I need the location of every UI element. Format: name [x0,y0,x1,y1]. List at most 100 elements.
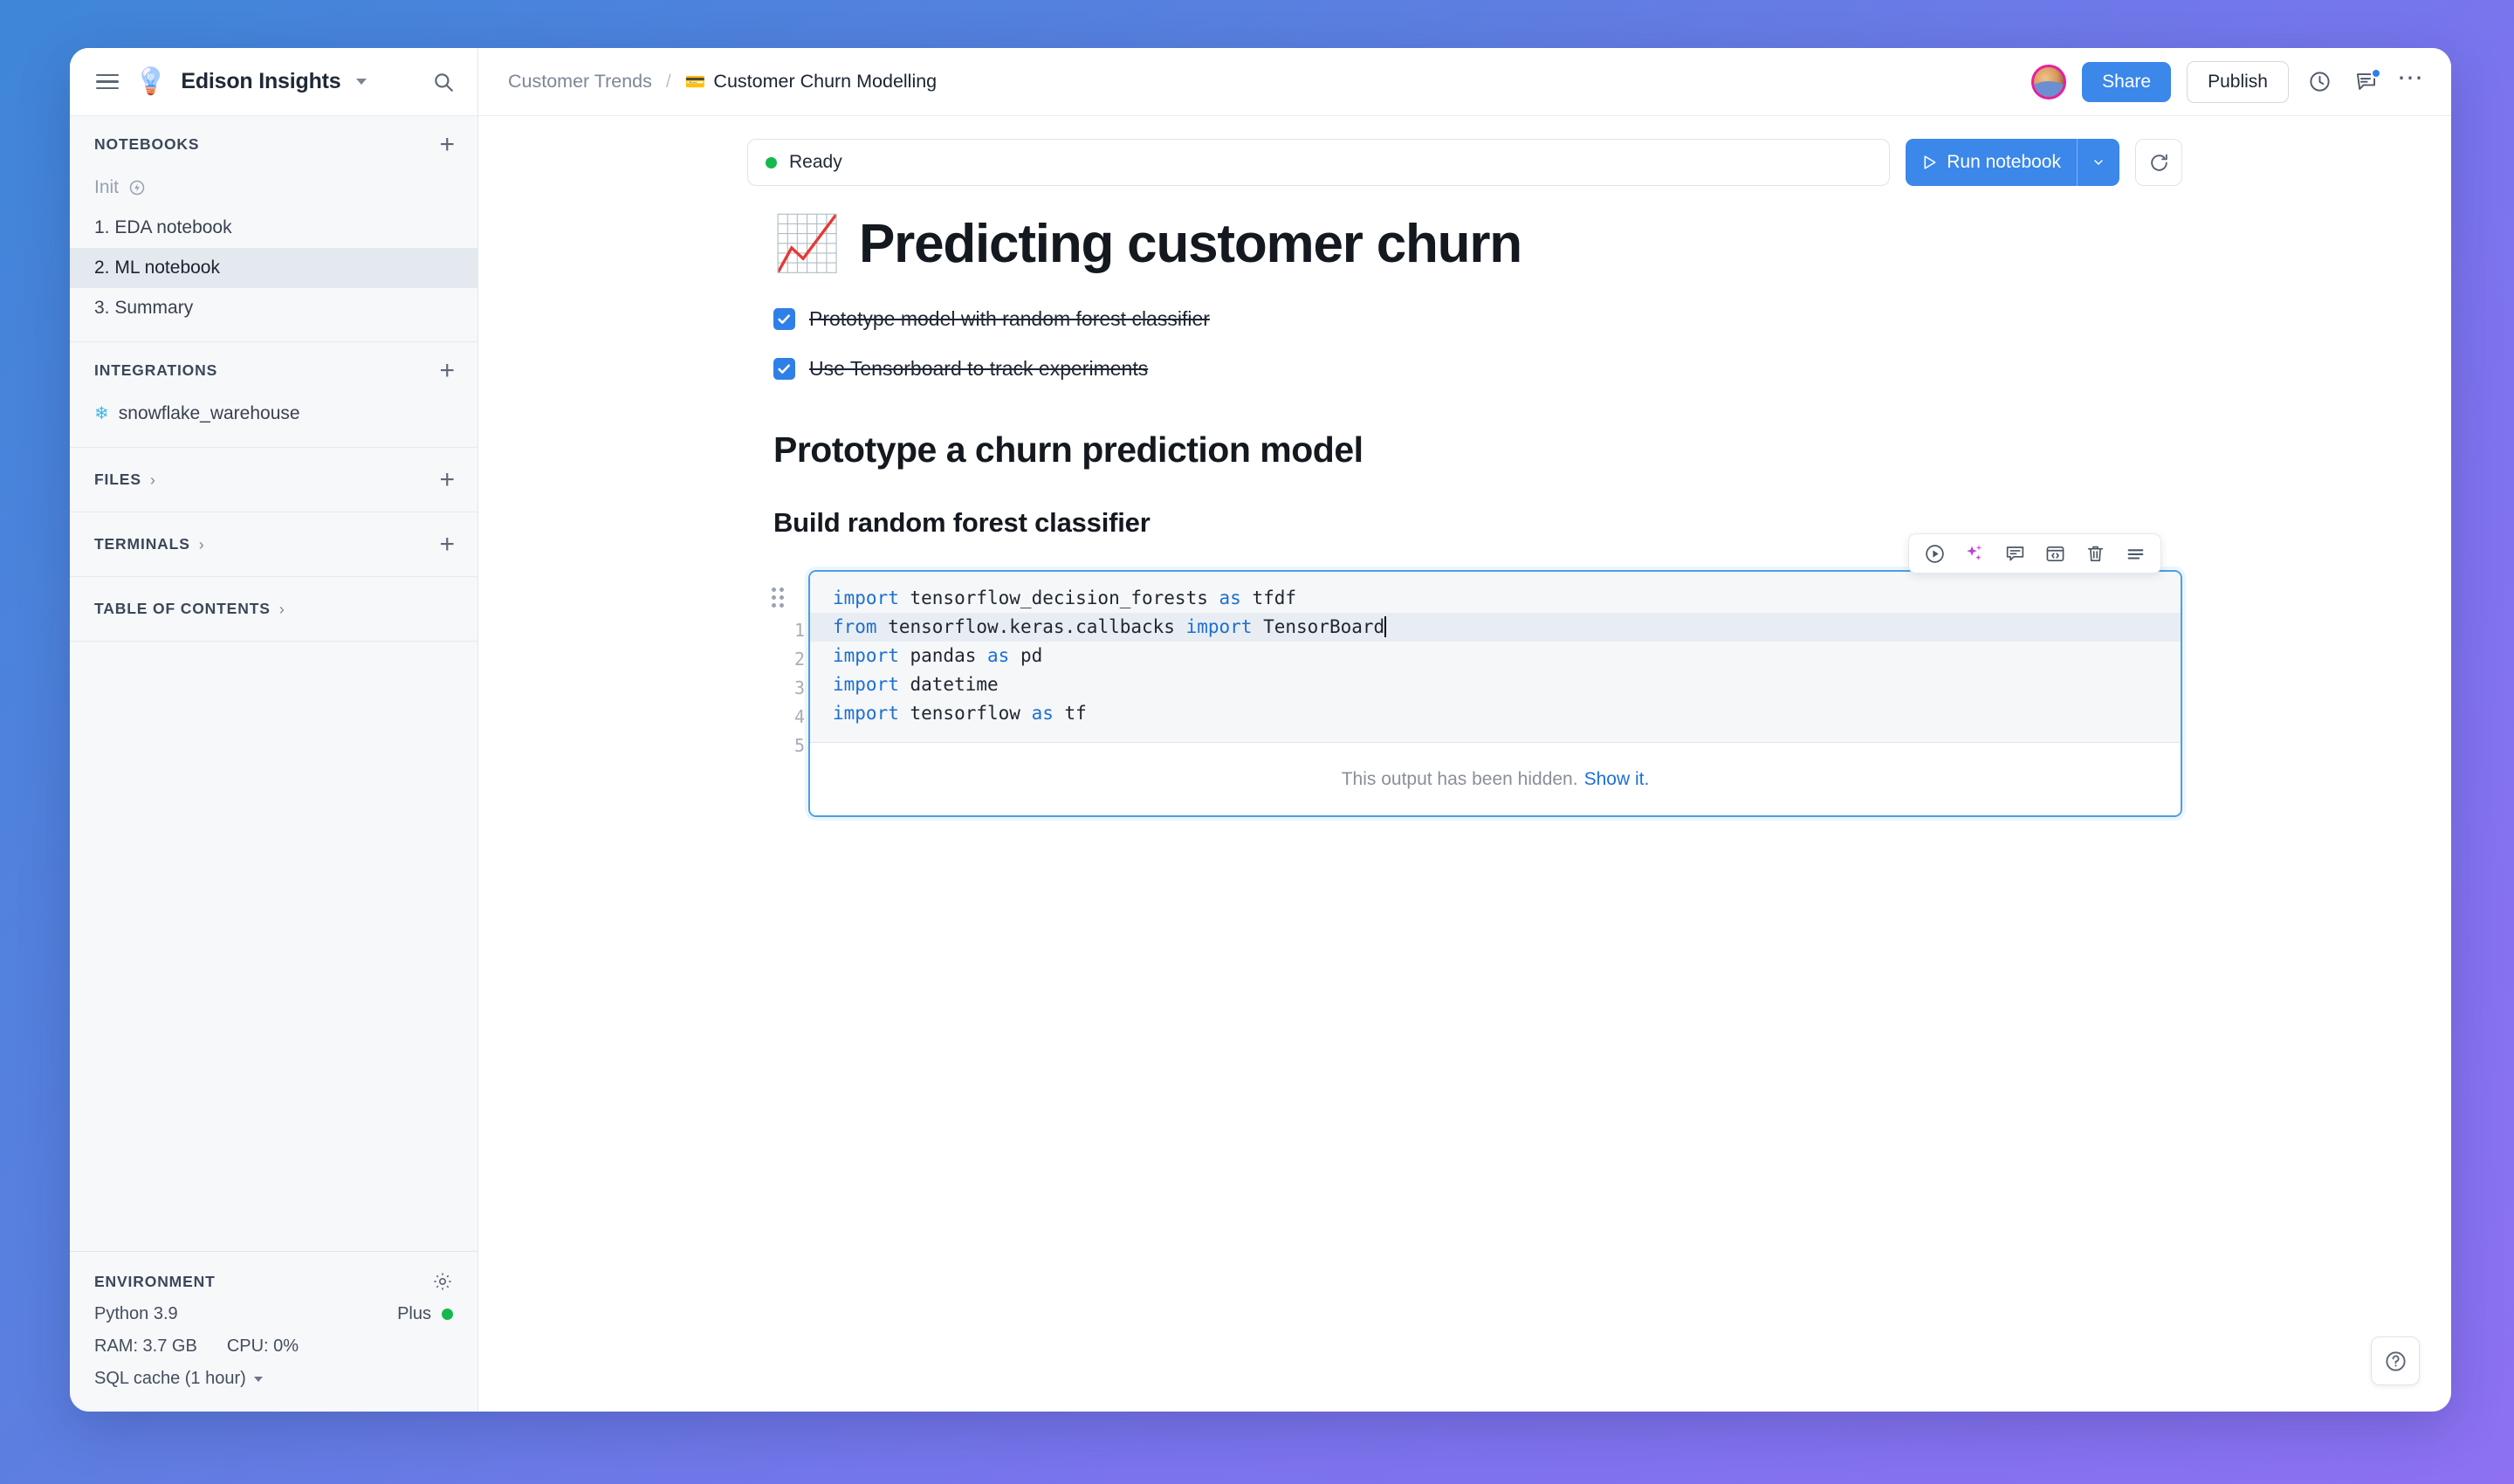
page-title: 📈 Predicting customer churn [747,212,2182,276]
sidebar-item-label: 2. ML notebook [94,258,220,278]
chevron-right-icon[interactable]: › [199,537,204,553]
snowflake-icon: ❄ [94,404,109,423]
kernel-status[interactable]: Ready [747,139,1891,186]
code-text: tfdf [1240,587,1297,608]
code-cell[interactable]: import tensorflow_decision_forests as tf… [808,570,2182,817]
chevron-down-icon[interactable] [253,1376,263,1382]
output-hidden-text: This output has been hidden. [1341,768,1578,789]
ellipsis-icon[interactable]: ⋯ [2397,65,2425,92]
environment-resources-row: RAM: 3.7 GB CPU: 0% [94,1336,453,1357]
delete-cell-button[interactable] [2077,537,2113,570]
kernel-status-label: Ready [789,152,842,172]
app-body: 💡 Edison Insights NOTEBOOKS + Init 1. ED… [70,48,2451,1412]
code-text: pd [1009,645,1043,666]
ai-assist-button[interactable] [1956,537,1993,570]
show-output-link[interactable]: Show it. [1584,769,1650,790]
chevron-right-icon[interactable]: › [150,472,155,488]
chevron-right-icon[interactable]: › [279,601,285,617]
chevron-down-icon[interactable] [356,79,367,85]
code-line[interactable]: import tensorflow as tf [810,699,2181,728]
page-title-text: Predicting customer churn [859,214,1522,274]
code-editor[interactable]: import tensorflow_decision_forests as tf… [810,572,2181,742]
breadcrumb-current[interactable]: 💳 Customer Churn Modelling [685,71,937,93]
comment-button[interactable] [1996,537,2033,570]
play-circle-icon [1925,544,1944,563]
environment-runtime-row: Python 3.9 Plus [94,1304,453,1324]
code-keyword: import [833,587,899,608]
run-notebook-label: Run notebook [1947,152,2061,172]
sidebar-section-header-integrations[interactable]: INTEGRATIONS + [70,342,477,394]
sidebar-item-summary[interactable]: 3. Summary [70,288,477,341]
sidebar-section-header-notebooks[interactable]: NOTEBOOKS + [70,116,477,168]
sidebar-section-table-of-contents: TABLE OF CONTENTS › [70,577,477,642]
share-button[interactable]: Share [2082,61,2172,102]
section-title: INTEGRATIONS [94,361,218,379]
run-options-button[interactable] [2078,155,2119,169]
sidebar-item-label: 3. Summary [94,298,194,318]
code-block-icon [2046,546,2064,561]
code-line[interactable]: import pandas as pd [810,642,2181,670]
breadcrumb-current-label: Customer Churn Modelling [713,71,938,92]
environment-title: ENVIRONMENT [94,1272,216,1290]
section-title: TERMINALS [94,535,190,553]
plus-icon[interactable]: + [439,357,455,383]
app-window: 💡 Edison Insights NOTEBOOKS + Init 1. ED… [70,48,2451,1412]
sidebar-item-label: Init [94,177,120,197]
search-icon[interactable] [432,71,455,93]
todo-item[interactable]: Prototype model with random forest class… [747,307,2182,331]
todo-item[interactable]: Use Tensorboard to track experiments [747,357,2182,381]
convert-to-code-button[interactable] [2037,537,2073,570]
code-line[interactable]: from tensorflow.keras.callbacks import T… [810,613,2181,642]
code-keyword: import [833,645,899,666]
section-title: NOTEBOOKS [94,135,200,153]
help-button[interactable] [2371,1336,2420,1385]
run-notebook-button[interactable]: Run notebook [1906,152,2077,173]
code-keyword: import [833,703,899,724]
sidebar-section-header-toc[interactable]: TABLE OF CONTENTS › [70,577,477,641]
sidebar-item-ml-notebook[interactable]: 2. ML notebook [70,248,477,288]
cell-gutter: 1 2 3 4 5 [747,570,808,760]
line-number: 2 [793,649,805,670]
code-line[interactable]: import datetime [810,670,2181,699]
refresh-button[interactable] [2135,139,2182,186]
sidebar-item-init[interactable]: Init [70,168,477,208]
workspace-name: Edison Insights [181,69,341,93]
checkbox-checked-icon[interactable] [773,308,795,330]
ai-sparkles-icon [1967,545,1982,560]
ram-label: RAM: 3.7 GB [94,1336,197,1356]
avatar[interactable] [2031,64,2067,100]
gear-icon[interactable] [432,1271,453,1292]
clock-icon[interactable] [2304,66,2335,97]
section-title: FILES [94,471,141,488]
todo-label: Use Tensorboard to track experiments [809,357,1149,380]
code-line[interactable]: import tensorflow_decision_forests as tf… [810,584,2181,613]
line-number: 5 [793,735,805,756]
code-keyword: import [833,674,899,695]
sidebar-item-snowflake-warehouse[interactable]: ❄ snowflake_warehouse [70,394,477,447]
code-cell-wrapper: 1 2 3 4 5 import tensorflow_decision_for… [747,533,2182,817]
sidebar-section-header-terminals[interactable]: TERMINALS › + [70,512,477,576]
lightbulb-icon: 💡 [134,66,168,96]
plus-icon[interactable]: + [439,131,455,157]
breadcrumb-separator: / [665,71,671,92]
topbar: Customer Trends / 💳 Customer Churn Model… [478,48,2451,116]
cell-menu-button[interactable] [2117,537,2153,570]
comment-icon [2006,546,2023,560]
checkbox-checked-icon[interactable] [773,358,795,380]
hamburger-icon[interactable] [94,71,120,93]
question-mark-icon [2385,1350,2406,1371]
run-cell-button[interactable] [1916,537,1953,570]
cell-toolbar [1908,533,2161,574]
sidebar-item-eda-notebook[interactable]: 1. EDA notebook [70,208,477,248]
breadcrumb-parent[interactable]: Customer Trends [508,71,652,93]
code-keyword: as [987,645,1010,666]
sql-cache-row[interactable]: SQL cache (1 hour) [94,1369,453,1389]
plus-icon[interactable]: + [439,466,455,492]
drag-handle-icon[interactable] [772,587,784,608]
publish-button[interactable]: Publish [2187,60,2289,103]
notification-badge [2371,68,2381,79]
comments-icon[interactable] [2351,66,2381,97]
sidebar-section-header-files[interactable]: FILES › + [70,448,477,512]
plus-icon[interactable]: + [439,531,455,557]
